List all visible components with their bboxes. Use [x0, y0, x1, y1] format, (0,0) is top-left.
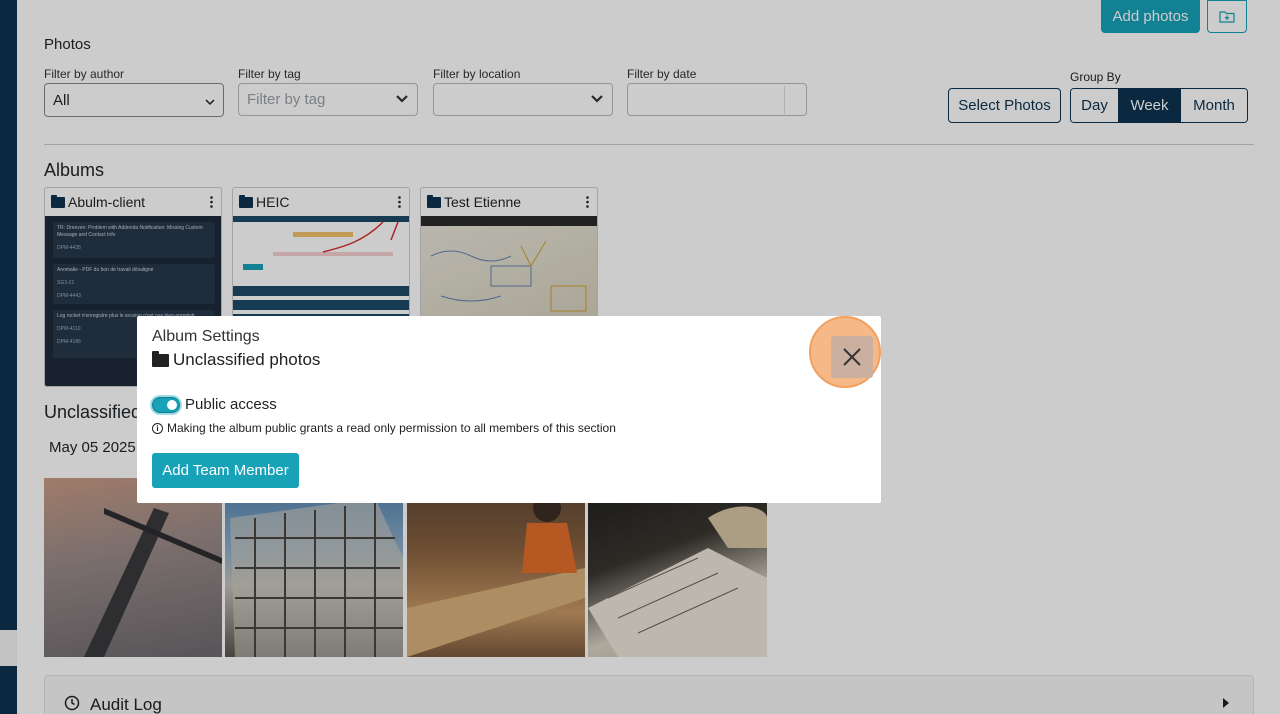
album-name-text: Unclassified photos [173, 350, 321, 369]
toggle-knob [167, 400, 177, 410]
public-access-toggle[interactable] [152, 397, 180, 413]
public-access-info: i Making the album public grants a read … [152, 421, 616, 435]
album-settings-modal: Album Settings Unclassified photos Publi… [137, 316, 881, 503]
close-icon [843, 348, 861, 366]
info-text: Making the album public grants a read on… [167, 421, 616, 435]
modal-title: Album Settings [152, 328, 260, 345]
info-icon: i [152, 422, 163, 434]
modal-album-name: Unclassified photos [152, 350, 320, 370]
folder-icon [152, 350, 169, 367]
close-button[interactable] [831, 336, 873, 378]
public-access-label: Public access [185, 396, 277, 413]
add-team-member-button[interactable]: Add Team Member [152, 453, 299, 488]
